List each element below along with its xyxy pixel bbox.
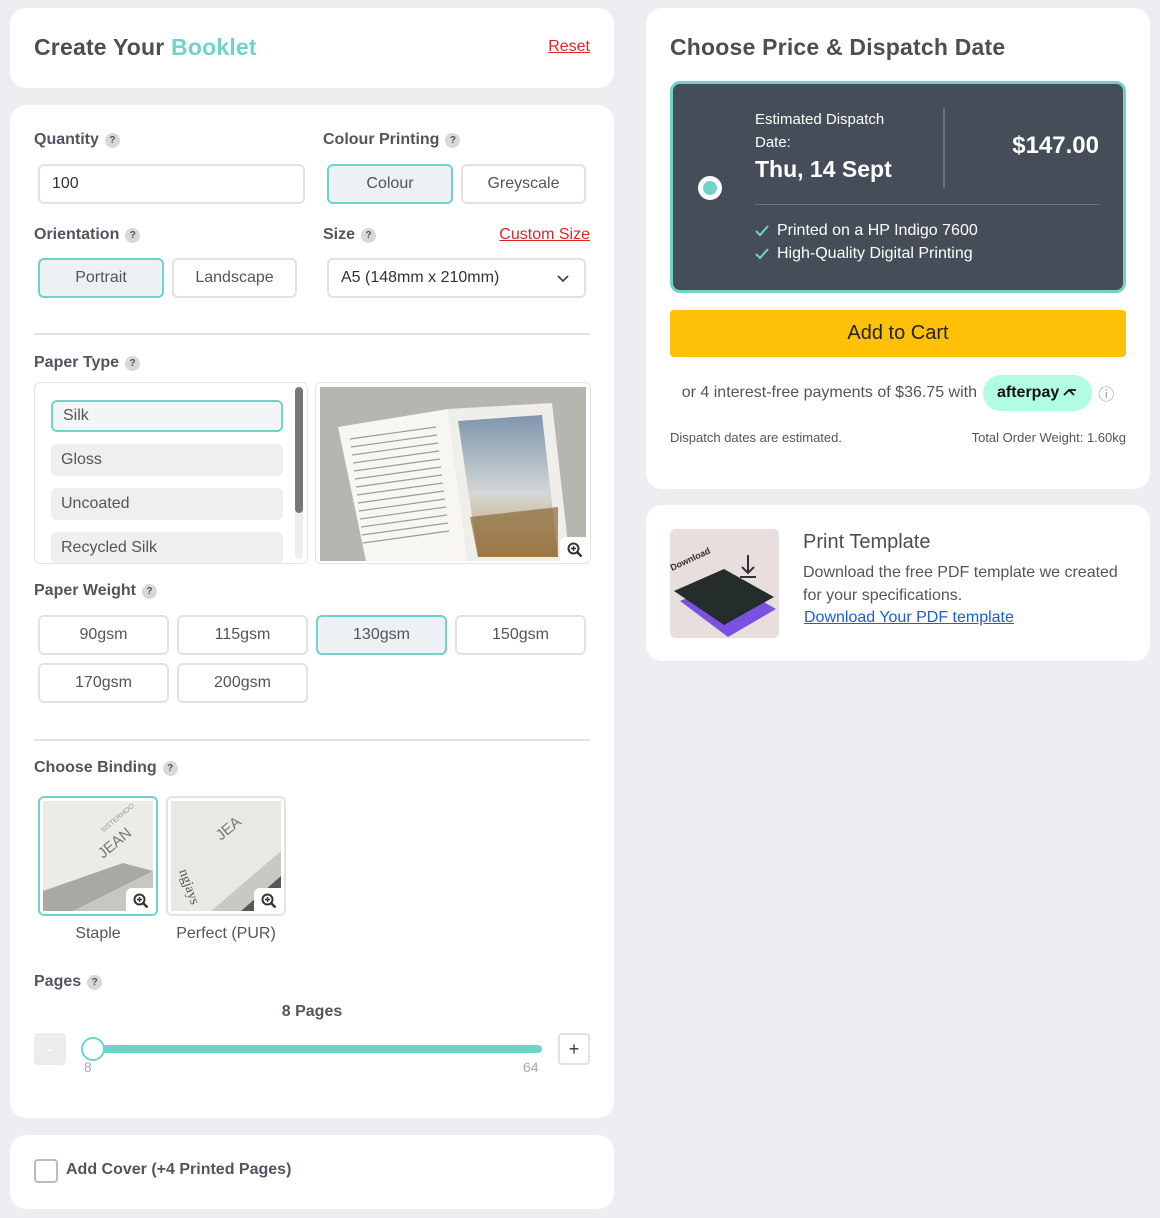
help-icon[interactable]: ? (104, 132, 120, 148)
options-card: Quantity? 100 Colour Printing? Colour Gr… (10, 105, 614, 1118)
pages-plus-button[interactable]: + (558, 1033, 590, 1065)
template-title: Print Template (803, 531, 931, 553)
help-icon[interactable]: ? (125, 355, 141, 371)
checkmark-icon (755, 225, 769, 237)
binding-perfect[interactable]: JEA ngjays (166, 796, 286, 916)
pages-minus-button[interactable]: - (34, 1033, 66, 1065)
price-title: Choose Price & Dispatch Date (670, 34, 1006, 60)
quantity-label: Quantity? (34, 131, 120, 149)
weight-130gsm[interactable]: 130gsm (316, 615, 447, 655)
help-icon[interactable]: ? (361, 227, 377, 243)
help-icon[interactable]: ? (445, 132, 461, 148)
help-icon[interactable]: ? (162, 760, 178, 776)
pages-display: 8 Pages (281, 1003, 343, 1020)
weight-150gsm[interactable]: 150gsm (455, 615, 586, 655)
price-card: Choose Price & Dispatch Date Estimated D… (646, 8, 1150, 489)
colour-printing-label: Colour Printing? (323, 131, 461, 149)
horizontal-divider (755, 204, 1099, 205)
cover-checkbox[interactable] (34, 1159, 58, 1183)
cover-card: Add Cover (+4 Printed Pages) (10, 1135, 614, 1209)
colour-button[interactable]: Colour (327, 164, 453, 204)
price-option-radio[interactable] (698, 176, 722, 200)
binding-staple-label: Staple (75, 925, 121, 942)
price-option[interactable]: Estimated Dispatch Date: Thu, 14 Sept $1… (670, 81, 1126, 293)
afterpay-logo-icon (1063, 388, 1077, 396)
info-icon[interactable]: ⓘ (1098, 381, 1114, 405)
paper-weight-label: Paper Weight? (34, 582, 157, 600)
divider (34, 739, 590, 741)
binding-label: Choose Binding? (34, 759, 178, 777)
divider (34, 333, 590, 335)
paper-type-list[interactable]: Silk Gloss Uncoated Recycled Silk (34, 382, 308, 564)
help-icon[interactable]: ? (125, 227, 141, 243)
radio-dot (703, 181, 717, 195)
template-thumbnail[interactable]: Download (670, 529, 779, 638)
price-amount: $147.00 (1012, 132, 1099, 159)
order-weight: Total Order Weight: 1.60kg (971, 430, 1126, 445)
paper-type-uncoated[interactable]: Uncoated (51, 488, 283, 520)
paper-type-silk[interactable]: Silk (51, 400, 283, 432)
paper-type-label: Paper Type? (34, 354, 141, 372)
template-card: Download Print Template Download the fre… (646, 505, 1150, 661)
download-template-link[interactable]: Download Your PDF template (804, 609, 1014, 627)
zoom-button[interactable] (126, 888, 156, 914)
weight-200gsm[interactable]: 200gsm (177, 663, 308, 703)
template-description: Download the free PDF template we create… (803, 564, 1118, 604)
help-icon[interactable]: ? (87, 974, 103, 990)
template-image: Download (670, 529, 779, 638)
binding-perfect-label: Perfect (PUR) (176, 925, 276, 942)
size-label: Size? (323, 226, 377, 244)
pages-min-label: 8 (84, 1059, 92, 1075)
zoom-in-icon (261, 893, 277, 909)
feature-item: High-Quality Digital Printing (755, 245, 973, 263)
page-title: Create Your Booklet (34, 34, 257, 60)
dispatch-label: Estimated Dispatch Date: (755, 111, 885, 151)
afterpay-badge[interactable]: afterpay (983, 375, 1093, 411)
binding-staple[interactable]: JEAN SISTERHOO (38, 796, 158, 916)
checkmark-icon (755, 248, 769, 260)
weight-115gsm[interactable]: 115gsm (177, 615, 308, 655)
orientation-label: Orientation? (34, 226, 141, 244)
zoom-in-icon (133, 893, 149, 909)
zoom-button[interactable] (254, 888, 284, 914)
pages-max-label: 64 (523, 1059, 539, 1075)
feature-item: Printed on a HP Indigo 7600 (755, 222, 978, 240)
paper-preview[interactable] (315, 382, 591, 564)
add-to-cart-button[interactable]: Add to Cart (670, 310, 1126, 357)
open-book-image (320, 387, 586, 561)
zoom-in-icon (567, 542, 583, 558)
header-card: Create Your Booklet Reset (10, 8, 614, 88)
greyscale-button[interactable]: Greyscale (461, 164, 586, 204)
paper-type-gloss[interactable]: Gloss (51, 444, 283, 476)
weight-90gsm[interactable]: 90gsm (38, 615, 169, 655)
cover-label[interactable]: Add Cover (+4 Printed Pages) (66, 1161, 291, 1179)
afterpay-text: or 4 interest-free payments of $36.75 wi… (681, 384, 977, 401)
weight-170gsm[interactable]: 170gsm (38, 663, 169, 703)
pages-slider-track[interactable] (93, 1045, 542, 1053)
scrollbar-track[interactable] (295, 387, 303, 559)
size-select[interactable]: A5 (148mm x 210mm) (327, 258, 586, 298)
zoom-button[interactable] (560, 537, 590, 563)
pages-label: Pages? (34, 973, 103, 991)
custom-size-link[interactable]: Custom Size (499, 226, 590, 244)
landscape-button[interactable]: Landscape (172, 258, 297, 298)
size-select-value: A5 (148mm x 210mm) (341, 269, 500, 286)
quantity-input[interactable]: 100 (38, 164, 305, 204)
pages-slider-thumb[interactable] (81, 1037, 105, 1061)
scrollbar-thumb[interactable] (295, 387, 303, 513)
dispatch-date: Thu, 14 Sept (755, 156, 892, 182)
help-icon[interactable]: ? (141, 583, 157, 599)
vertical-divider (943, 108, 945, 188)
reset-link[interactable]: Reset (548, 38, 590, 56)
portrait-button[interactable]: Portrait (38, 258, 164, 298)
paper-type-recycled-silk[interactable]: Recycled Silk (51, 532, 283, 563)
chevron-down-icon (557, 275, 569, 283)
afterpay-row: or 4 interest-free payments of $36.75 wi… (646, 375, 1150, 411)
dispatch-disclaimer: Dispatch dates are estimated. (670, 430, 842, 445)
